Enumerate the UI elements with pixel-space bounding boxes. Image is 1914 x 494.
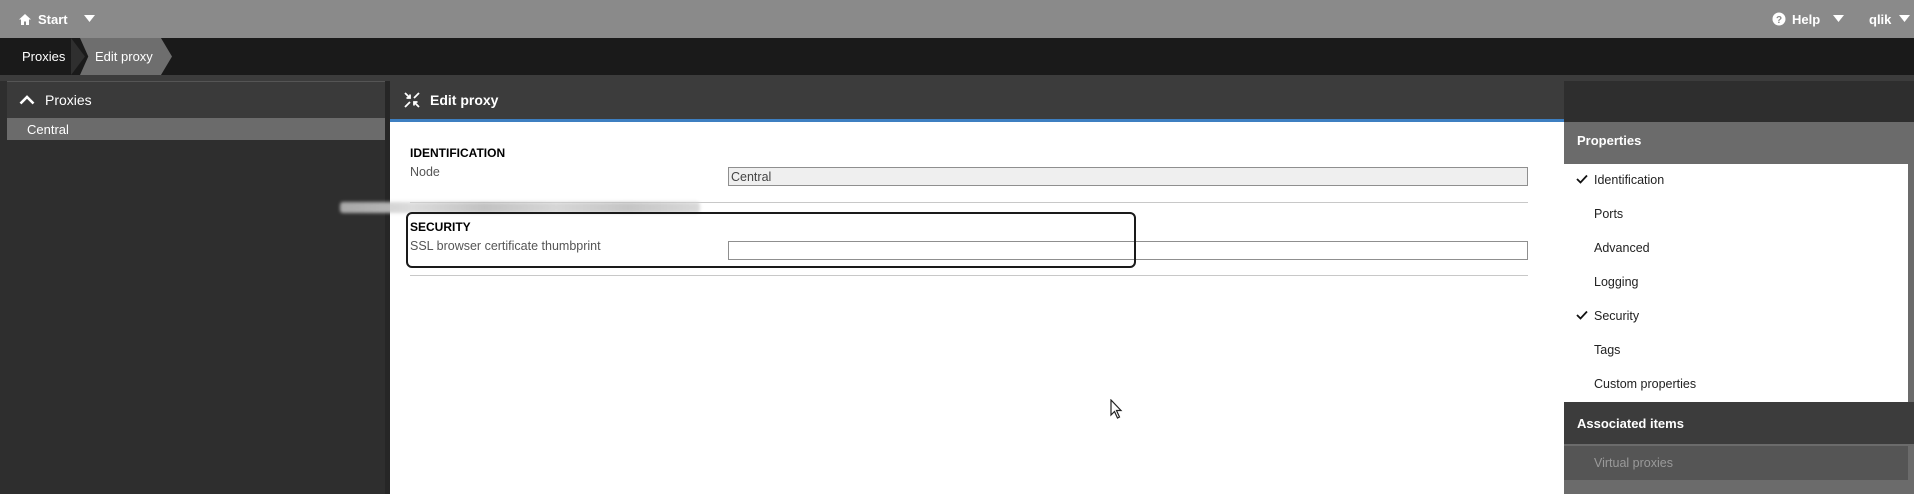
breadcrumb: Proxies Edit proxy xyxy=(0,38,1914,75)
help-icon: ? xyxy=(1772,12,1786,26)
edit-proxy-header: Edit proxy xyxy=(390,81,1564,119)
properties-title: Properties xyxy=(1577,133,1642,148)
chevron-up-icon[interactable] xyxy=(19,95,35,105)
page-title: Edit proxy xyxy=(430,92,499,108)
property-item-logging[interactable]: Logging xyxy=(1594,275,1639,289)
checkmark-icon xyxy=(1576,310,1588,320)
proxy-list-item[interactable]: Central xyxy=(7,118,385,140)
user-label: qlik xyxy=(1869,11,1892,27)
home-icon xyxy=(18,13,32,26)
section-divider xyxy=(410,275,1528,276)
property-item-tags[interactable]: Tags xyxy=(1594,343,1620,357)
security-highlight-box xyxy=(406,212,1136,268)
associated-item-virtual-proxies[interactable]: Virtual proxies xyxy=(1564,446,1908,480)
edit-proxy-icon xyxy=(404,92,420,108)
property-item-custom-properties[interactable]: Custom properties xyxy=(1594,377,1696,391)
edit-proxy-panel: Edit proxy IDENTIFICATION Node SECURITY … xyxy=(390,81,1564,494)
node-label: Node xyxy=(410,165,440,179)
proxy-list-item-label: Central xyxy=(27,121,69,137)
property-item-security[interactable]: Security xyxy=(1594,309,1639,323)
start-dropdown-caret-icon[interactable] xyxy=(84,15,95,22)
property-item-advanced[interactable]: Advanced xyxy=(1594,241,1650,255)
breadcrumb-edit-proxy: Edit proxy xyxy=(80,38,172,75)
virtual-proxies-label: Virtual proxies xyxy=(1594,456,1673,470)
breadcrumb-edit-proxy-label: Edit proxy xyxy=(95,49,153,64)
properties-panel: Properties Identification Ports Advanced… xyxy=(1564,122,1914,494)
help-dropdown-caret-icon[interactable] xyxy=(1833,15,1844,22)
user-dropdown-caret-icon[interactable] xyxy=(1899,15,1910,22)
associated-items-label: Associated items xyxy=(1577,415,1684,431)
svg-text:?: ? xyxy=(1776,15,1782,26)
associated-items-title: Associated items xyxy=(1564,402,1914,444)
property-item-ports[interactable]: Ports xyxy=(1594,207,1623,221)
properties-list: Identification Ports Advanced Logging Se… xyxy=(1564,164,1908,402)
breadcrumb-proxies-label: Proxies xyxy=(22,49,66,64)
user-menu-button[interactable]: qlik xyxy=(1869,0,1891,38)
edit-proxy-form: IDENTIFICATION Node SECURITY SSL browser… xyxy=(390,122,1564,494)
top-bar: Start ? Help qlik xyxy=(0,0,1914,38)
property-item-identification[interactable]: Identification xyxy=(1594,173,1664,187)
proxies-panel: Proxies Central xyxy=(7,81,385,494)
proxies-panel-title: Proxies xyxy=(45,92,92,108)
mouse-cursor-icon xyxy=(1110,399,1123,419)
help-button[interactable]: ? Help xyxy=(1772,0,1820,38)
help-label: Help xyxy=(1792,11,1821,27)
identification-section-title: IDENTIFICATION xyxy=(410,146,506,160)
start-menu-button[interactable]: Start xyxy=(18,0,68,38)
node-field[interactable] xyxy=(728,167,1528,186)
checkmark-icon xyxy=(1576,174,1588,184)
start-label: Start xyxy=(38,11,68,27)
proxies-panel-header[interactable]: Proxies xyxy=(7,82,385,118)
